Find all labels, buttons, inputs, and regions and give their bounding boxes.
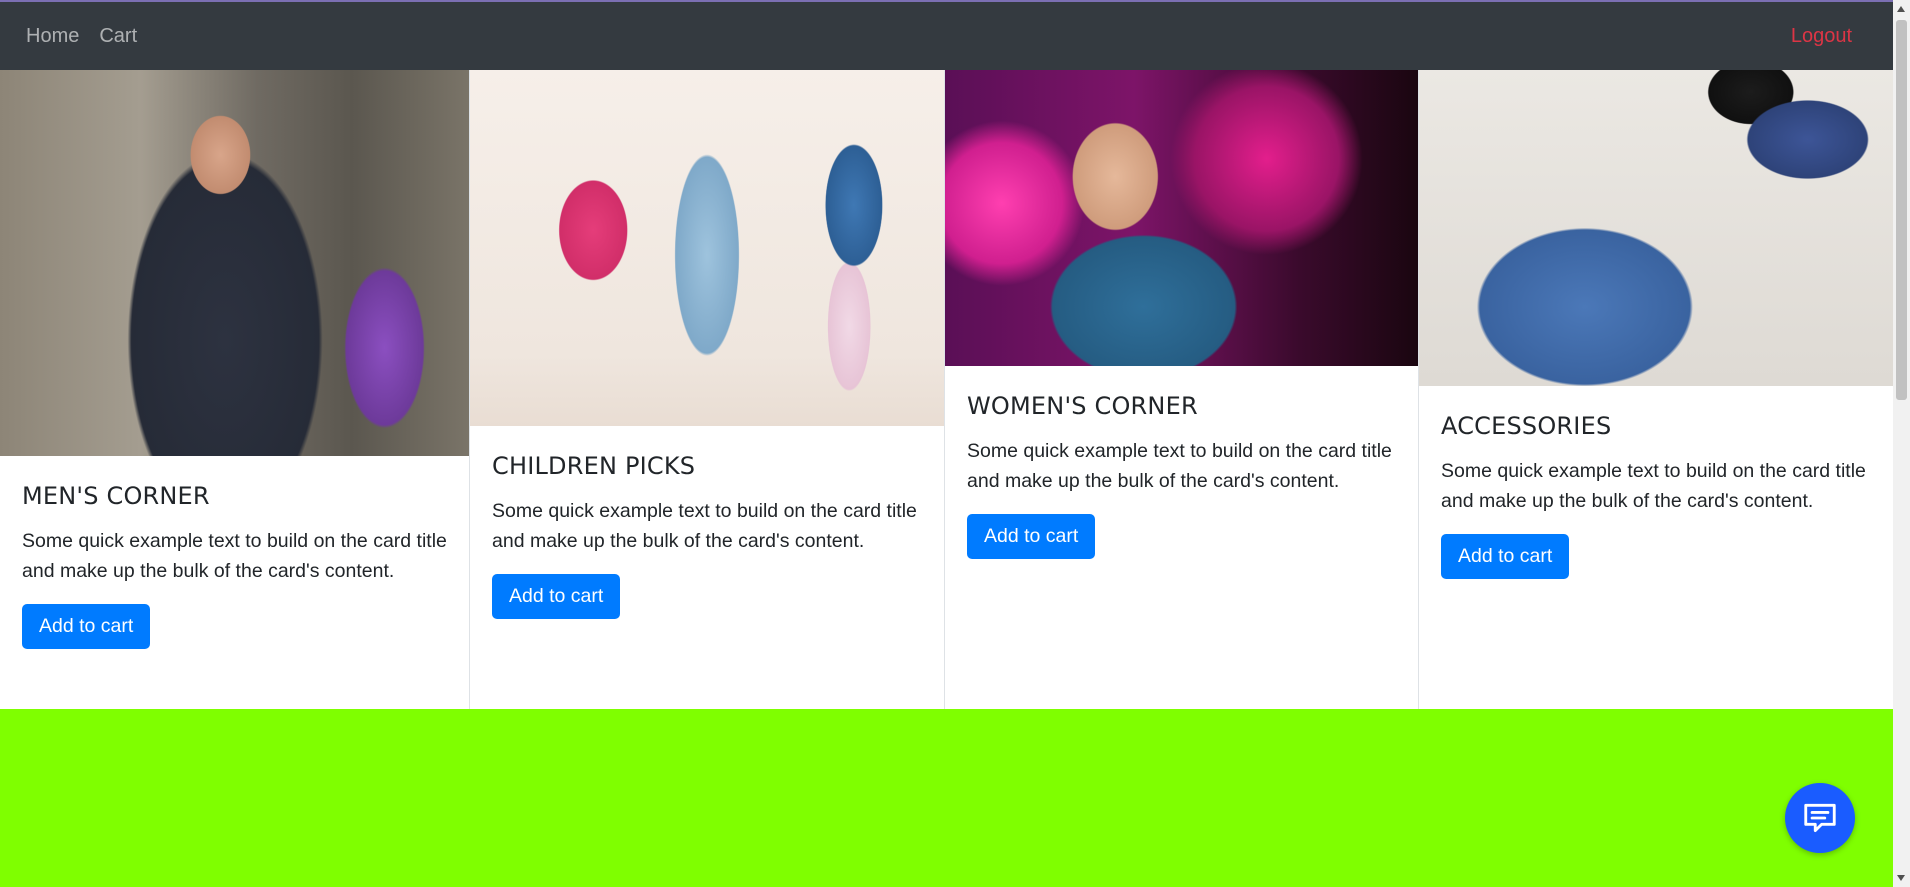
scroll-thumb[interactable] xyxy=(1896,20,1907,400)
scroll-up-icon[interactable] xyxy=(1897,6,1905,12)
page-scrollbar[interactable] xyxy=(1893,0,1910,887)
nav-home-link[interactable]: Home xyxy=(26,25,79,48)
add-to-cart-button[interactable]: Add to cart xyxy=(22,604,151,649)
product-card-row: MEN'S CORNER Some quick example text to … xyxy=(0,70,1893,709)
card-text: Some quick example text to build on the … xyxy=(492,500,917,552)
chat-button[interactable] xyxy=(1785,783,1855,853)
navbar: Home Cart Logout xyxy=(0,2,1893,70)
card-body: ACCESSORIES Some quick example text to b… xyxy=(1419,386,1893,579)
card-body: WOMEN'S CORNER Some quick example text t… xyxy=(945,366,1418,559)
scroll-down-icon[interactable] xyxy=(1897,875,1905,881)
card-text: Some quick example text to build on the … xyxy=(967,440,1392,492)
men-photo xyxy=(0,70,469,456)
card-accessories: ACCESSORIES Some quick example text to b… xyxy=(1419,70,1893,709)
card-children-picks: CHILDREN PICKS Some quick example text t… xyxy=(470,70,945,709)
card-text: Some quick example text to build on the … xyxy=(22,530,447,582)
card-body: MEN'S CORNER Some quick example text to … xyxy=(0,456,469,649)
add-to-cart-button[interactable]: Add to cart xyxy=(492,574,621,619)
accessories-photo xyxy=(1419,70,1893,386)
card-text: Some quick example text to build on the … xyxy=(1441,460,1866,512)
add-to-cart-button[interactable]: Add to cart xyxy=(967,514,1096,559)
card-title: MEN'S CORNER xyxy=(22,482,210,510)
card-title: ACCESSORIES xyxy=(1441,412,1612,440)
chat-icon xyxy=(1804,803,1836,833)
children-photo xyxy=(470,70,944,426)
logout-link[interactable]: Logout xyxy=(1791,25,1852,48)
nav-cart-link[interactable]: Cart xyxy=(99,25,137,48)
card-title: WOMEN'S CORNER xyxy=(967,392,1198,420)
women-photo xyxy=(945,70,1418,366)
card-womens-corner: WOMEN'S CORNER Some quick example text t… xyxy=(945,70,1419,709)
card-title: CHILDREN PICKS xyxy=(492,452,696,480)
card-body: CHILDREN PICKS Some quick example text t… xyxy=(470,426,944,619)
card-mens-corner: MEN'S CORNER Some quick example text to … xyxy=(0,70,470,709)
add-to-cart-button[interactable]: Add to cart xyxy=(1441,534,1570,579)
